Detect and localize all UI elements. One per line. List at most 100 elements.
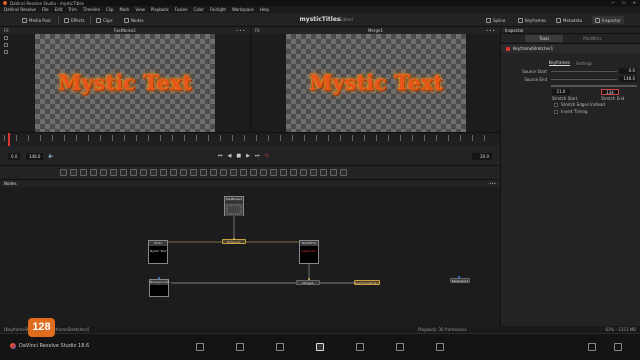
color-page-icon[interactable] [356,343,364,351]
node-background1[interactable]: Background1 [149,279,170,297]
audio-icon[interactable]: 🔈 [48,153,54,159]
invert-timing-checkbox[interactable] [554,109,558,114]
node-mask-port[interactable] [158,277,160,279]
tool-ellipse-icon[interactable] [230,169,237,176]
viewer-tool-icon[interactable] [4,36,8,40]
tool-matte-icon[interactable] [280,169,287,176]
tool-color-icon[interactable] [140,169,147,176]
menu-trim[interactable]: Trim [68,7,77,12]
node-keyframestretcher1[interactable]: KeyframeStretc... [354,280,381,285]
more-options-icon[interactable]: ••• [486,28,496,33]
tab-tools[interactable]: Tools [525,35,564,42]
deliver-page-icon[interactable] [436,343,444,351]
subtab-keyframes[interactable]: Keyframes [548,60,570,66]
menu-edit[interactable]: Edit [55,7,63,12]
play-reverse-icon[interactable]: ◀ [228,153,232,159]
node-mask-port[interactable] [458,276,460,278]
node-fastnoise2[interactable]: FastNoise2 [224,196,244,216]
menu-workspace[interactable]: Workspace [232,7,254,12]
render-start-field[interactable]: 0.0 [8,153,21,160]
spline-button[interactable]: Spline [486,16,505,24]
tool-particles-icon[interactable] [150,169,157,176]
source-end-slider[interactable] [551,79,617,80]
stretch-range-slider[interactable] [551,85,637,87]
node-mediaout1[interactable]: MediaOut1 [450,278,470,283]
viewer-tool-icon[interactable] [4,50,8,54]
tool-blur-icon[interactable] [130,169,137,176]
tool-planar-icon[interactable] [250,169,257,176]
tool-paint-icon[interactable] [70,169,77,176]
render-end-field[interactable]: 148.0 [26,153,44,160]
tool-camera-icon[interactable] [170,169,177,176]
menu-playback[interactable]: Playback [151,7,169,12]
tool-film-icon[interactable] [330,169,337,176]
effects-button[interactable]: Effects [64,16,85,24]
settings-icon[interactable] [614,343,622,351]
media-page-icon[interactable] [196,343,204,351]
subtab-settings[interactable]: Settings [576,61,592,66]
menu-fairlight[interactable]: Fairlight [210,7,226,12]
current-frame-field[interactable]: 20.0 [472,153,492,160]
node-textwith1[interactable]: TextWith1 Apple Pen [299,240,319,264]
menu-view[interactable]: View [135,7,145,12]
tool-mask-icon[interactable] [210,169,217,176]
tool-light-icon[interactable] [180,169,187,176]
menu-mark[interactable]: Mark [120,7,130,12]
node-editor[interactable]: FastNoise2 Text1 Mystic Text Polygon1 Te… [0,187,500,326]
tool-tracker-icon[interactable] [240,169,247,176]
play-icon[interactable]: ▶ [246,153,250,159]
tool-time-icon[interactable] [270,169,277,176]
viewer-left[interactable]: Mystic Text [0,34,250,132]
tool-polygon-icon[interactable] [100,169,107,176]
viewer-tool-icon[interactable] [4,43,8,47]
tool-shape-icon[interactable] [200,169,207,176]
tool-fx-icon[interactable] [300,169,307,176]
tool-bspline-icon[interactable] [110,169,117,176]
tool-rect-icon[interactable] [220,169,227,176]
tool-merge-icon[interactable] [90,169,97,176]
nodes-button[interactable]: Nodes [124,16,144,24]
minimize-button[interactable]: — [611,0,615,5]
viewer-right[interactable]: Mystic Text [250,34,500,132]
tool-key-icon[interactable] [290,169,297,176]
maximize-button[interactable]: ☐ [622,0,626,5]
go-to-end-icon[interactable]: ⏭ [255,153,260,159]
tool-background-icon[interactable] [60,169,67,176]
stop-icon[interactable]: ■ [236,153,241,159]
node-input-port[interactable] [308,278,310,280]
menu-clip[interactable]: Clip [106,7,114,12]
loop-icon[interactable]: ⟲ [264,153,268,159]
tool-transform-icon[interactable] [120,169,127,176]
time-ruler[interactable] [0,132,500,147]
tab-modifiers[interactable]: Modifiers [569,35,615,42]
menu-timeline[interactable]: Timeline [83,7,100,12]
node-input-port[interactable] [233,238,235,240]
menu-davinci[interactable]: DaVinci Resolve [4,7,36,12]
tool-3d-icon[interactable] [160,169,167,176]
node-merge1[interactable]: Merge1 [296,280,320,285]
stretch-edges-checkbox-row[interactable]: Stretch Edges Instead [501,101,640,108]
tool-renderer-icon[interactable] [190,169,197,176]
playhead[interactable] [8,133,10,147]
media-pool-button[interactable]: Media Pool [22,16,51,24]
fairlight-page-icon[interactable] [396,343,404,351]
inspector-node-header[interactable]: KeyframeStretcher1 [501,44,640,53]
keyframes-button[interactable]: Keyframes [518,16,546,24]
stretch-start-field[interactable]: 21.0 [552,89,570,95]
clips-button[interactable]: Clips [96,16,113,24]
edit-page-icon[interactable] [276,343,284,351]
invert-timing-checkbox-row[interactable]: Invert Timing [501,108,640,115]
node-text1[interactable]: Text1 Mystic Text [148,240,168,264]
metadata-button[interactable]: Metadata [556,16,582,24]
tool-warp-icon[interactable] [260,169,267,176]
menu-help[interactable]: Help [260,7,269,12]
project-manager-icon[interactable] [588,343,596,351]
menu-file[interactable]: File [42,7,49,12]
tool-text-icon[interactable] [80,169,87,176]
close-button[interactable]: ✕ [633,0,636,5]
source-start-field[interactable]: 0.0 [619,68,637,74]
menu-color[interactable]: Color [194,7,204,12]
go-to-start-icon[interactable]: ⏮ [218,153,223,159]
more-options-icon[interactable]: ••• [489,180,496,187]
fusion-page-icon[interactable] [316,343,324,351]
